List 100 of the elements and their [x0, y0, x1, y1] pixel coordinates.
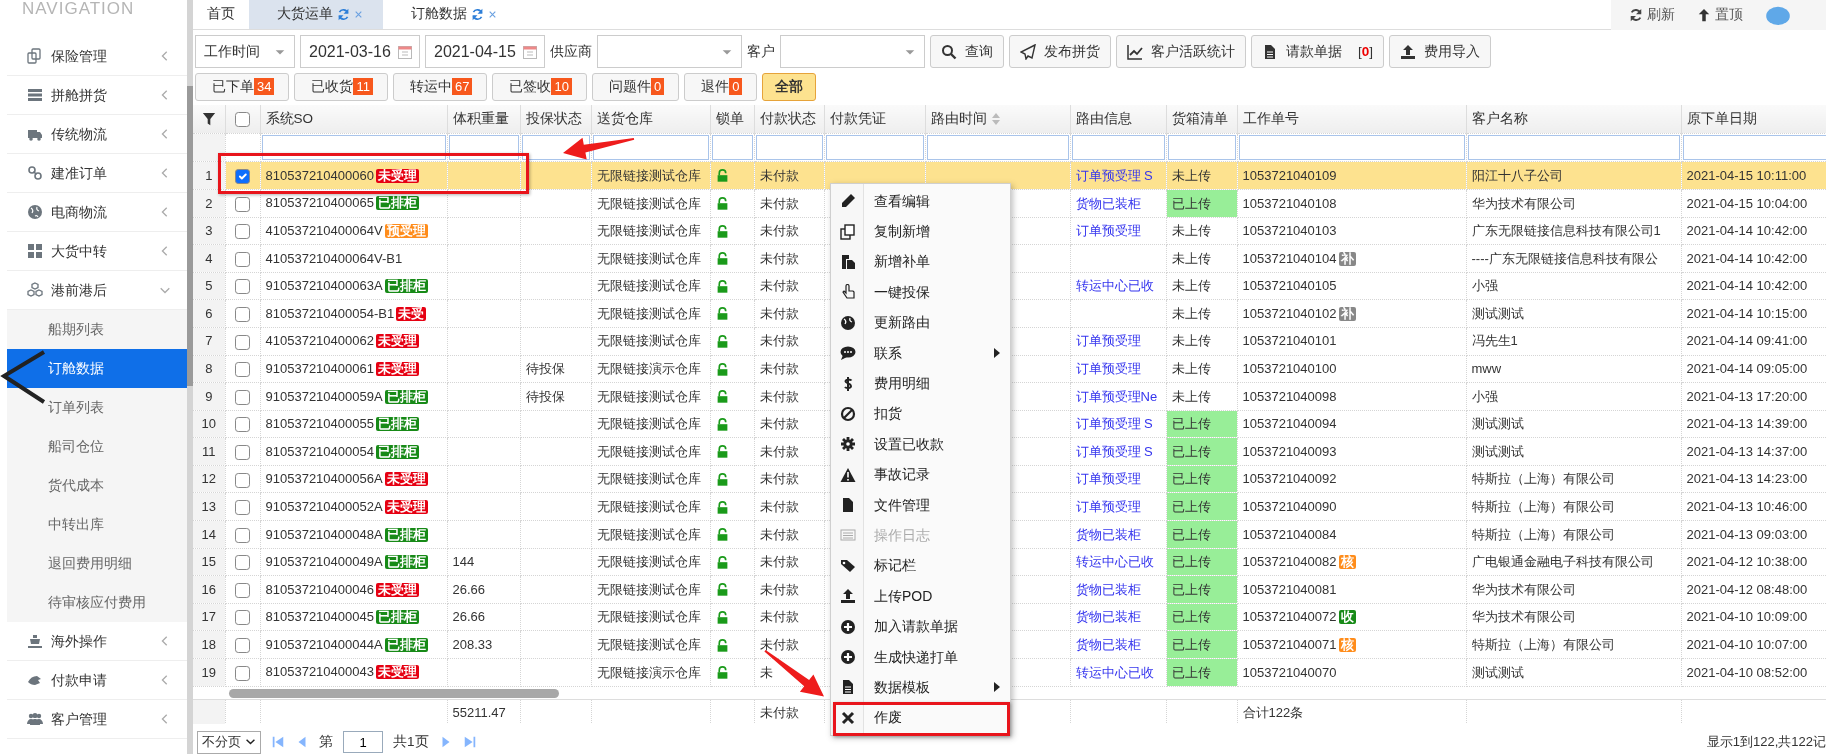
page-field[interactable]: 1 [343, 731, 383, 754]
column-header[interactable]: 客户名称 [1466, 104, 1681, 134]
checkbox[interactable] [235, 224, 250, 240]
menu-item[interactable]: 新增补单 [831, 246, 1010, 278]
sidebar-subitem[interactable]: 船司仓位 [7, 427, 187, 466]
route-link[interactable]: 订单预受理 [1075, 499, 1141, 515]
column-header[interactable]: 工作单号 [1237, 104, 1466, 134]
filter-field[interactable] [1071, 135, 1165, 161]
toolbar-button[interactable]: 置顶 [1697, 4, 1743, 26]
checkbox[interactable] [235, 334, 250, 350]
column-header[interactable]: 货箱清单 [1166, 104, 1237, 134]
tab[interactable]: 大货运单 [249, 0, 383, 29]
checkbox[interactable] [235, 306, 250, 322]
select-field[interactable] [780, 35, 925, 69]
route-link[interactable]: 订单预受理Ne [1075, 388, 1158, 404]
column-header[interactable]: 路由时间 [925, 104, 1070, 134]
menu-item[interactable]: 复制新增 [831, 216, 1010, 247]
filter-field[interactable] [1238, 135, 1465, 161]
route-link[interactable]: 订单预受理 [1075, 471, 1141, 487]
menu-item[interactable]: 查看编辑 [831, 186, 1010, 217]
menu-item[interactable]: 联系 [831, 337, 1010, 369]
checkbox[interactable] [235, 665, 250, 681]
checkbox[interactable] [235, 500, 250, 516]
column-header[interactable]: 系统SO [260, 104, 447, 134]
checkbox[interactable] [235, 555, 250, 571]
route-link[interactable]: 货物已装柜 [1075, 637, 1141, 652]
column-header[interactable]: 原下单日期 [1681, 104, 1826, 134]
tab[interactable]: 订舱数据 [383, 0, 517, 29]
column-header[interactable]: 付款凭证 [824, 104, 925, 134]
filter-field[interactable] [1167, 135, 1236, 161]
menu-item[interactable]: 文件管理 [831, 489, 1010, 521]
checkbox[interactable] [235, 610, 250, 626]
checkbox[interactable] [235, 389, 250, 405]
menu-item[interactable]: 生成快递打单 [831, 641, 1010, 673]
sidebar-subitem[interactable]: 船期列表 [7, 310, 187, 349]
checkbox[interactable] [235, 279, 250, 295]
select-field[interactable]: 工作时间 [195, 35, 295, 69]
menu-item[interactable]: 更新路由 [831, 307, 1010, 338]
column-header[interactable]: 锁单 [710, 104, 754, 134]
toolbar-button[interactable]: 发布拼货 [1009, 35, 1111, 69]
toolbar-button[interactable]: 刷新 [1629, 4, 1675, 26]
toolbar-button[interactable]: 客户活跃统计 [1116, 35, 1246, 69]
date-field[interactable]: 2021-04-15 [425, 35, 545, 69]
sidebar-item[interactable]: 付款申请 [7, 661, 187, 700]
sidebar-subitem[interactable]: 中转出库 [7, 505, 187, 544]
route-link[interactable]: 货物已装柜 [1075, 581, 1141, 597]
route-link[interactable]: 订单预受理 [1075, 361, 1141, 377]
scrollbar[interactable] [187, 86, 193, 386]
column-header[interactable]: 路由信息 [1070, 104, 1166, 134]
filter-field[interactable] [1682, 135, 1826, 161]
filter-field[interactable] [926, 135, 1069, 161]
route-link[interactable]: 订单预受理 S [1075, 443, 1153, 459]
filter-field[interactable] [711, 135, 753, 161]
menu-item[interactable]: 一键投保 [831, 277, 1010, 308]
checkbox[interactable] [235, 111, 250, 127]
sidebar-item[interactable]: 客户管理 [7, 700, 187, 739]
select-field[interactable] [597, 35, 742, 69]
column-header[interactable]: 付款状态 [754, 104, 824, 134]
filter-field[interactable] [592, 135, 709, 161]
route-link[interactable]: 转运中心已收 [1075, 278, 1154, 294]
filter-button[interactable]: 转运中 67 [392, 72, 488, 101]
checkbox[interactable] [235, 527, 250, 543]
menu-item[interactable]: 事故记录 [831, 459, 1010, 490]
sidebar-subitem[interactable]: 待审核应付费用 [7, 583, 187, 622]
sidebar-item[interactable]: 电商物流 [7, 193, 187, 232]
tab[interactable]: 首页 [193, 0, 249, 29]
menu-item[interactable]: 扣货 [831, 398, 1010, 430]
route-link[interactable]: 货物已装柜 [1075, 526, 1141, 542]
menu-item[interactable]: 加入请款单据 [831, 611, 1010, 642]
toolbar-button[interactable]: 查询 [930, 35, 1004, 69]
checkbox[interactable] [235, 362, 250, 378]
filter-button[interactable]: 已签收 10 [492, 72, 587, 101]
menu-item[interactable]: 上传POD [831, 581, 1010, 612]
route-link[interactable]: 订单预受理 [1075, 223, 1141, 239]
route-link[interactable]: 转运中心已收 [1075, 664, 1154, 680]
menu-item[interactable]: 设置已收款 [831, 429, 1010, 460]
toolbar-button[interactable]: 请款单据 [0] [1251, 35, 1385, 69]
checkbox[interactable] [235, 417, 250, 433]
date-field[interactable]: 2021-03-16 [300, 35, 420, 69]
filter-button[interactable]: 已收货 11 [294, 72, 388, 101]
route-link[interactable]: 货物已装柜 [1075, 195, 1141, 211]
route-link[interactable]: 转运中心已收 [1075, 554, 1154, 570]
toolbar-button[interactable]: 费用导入 [1389, 35, 1492, 69]
sidebar-subitem[interactable]: 退回费用明细 [7, 544, 187, 583]
checkbox[interactable] [235, 251, 250, 267]
filter-button[interactable]: 退件 0 [684, 72, 758, 101]
menu-item[interactable]: 作废 [831, 702, 1010, 734]
filter-button[interactable]: 已下单 34 [195, 72, 290, 101]
sidebar-subitem[interactable]: 货代成本 [7, 466, 187, 505]
column-header[interactable]: 送货仓库 [591, 104, 710, 134]
scrollbar[interactable] [229, 688, 559, 698]
column-header[interactable]: 投保状态 [520, 104, 591, 134]
menu-item[interactable]: 数据模板 [831, 672, 1010, 703]
filter-field[interactable] [825, 135, 924, 161]
sidebar-item[interactable]: 海外操作 [7, 622, 187, 661]
sidebar-subitem[interactable]: 订单列表 [7, 388, 187, 427]
route-link[interactable]: 订单预受理 [1075, 333, 1141, 349]
filter-button[interactable]: 问题件 0 [591, 72, 680, 101]
filter-field[interactable] [1467, 135, 1680, 161]
sidebar-subitem[interactable]: 订舱数据 [7, 349, 187, 388]
